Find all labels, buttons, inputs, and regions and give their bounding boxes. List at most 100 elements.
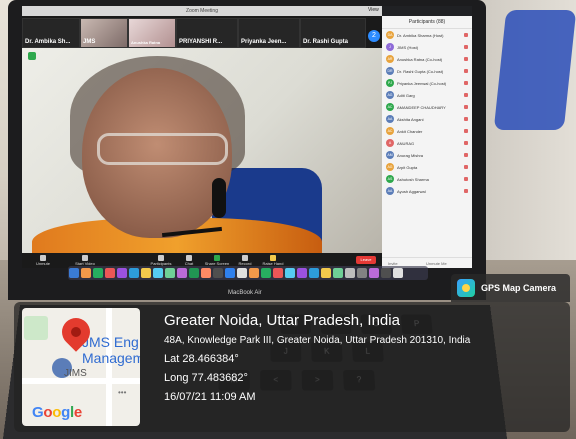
active-speaker-video: [22, 48, 382, 253]
muted-mic-icon: [464, 81, 468, 85]
gps-app-tag: GPS Map Camera: [451, 274, 570, 302]
gallery-next-button[interactable]: 2: [368, 30, 380, 42]
dock-app-icon[interactable]: [333, 268, 343, 278]
participant-row[interactable]: PJ Priyanka Jeenwal (Co-host): [382, 77, 472, 89]
muted-mic-icon: [464, 33, 468, 37]
participant-row[interactable]: J JIMS (Host): [382, 41, 472, 53]
muted-mic-icon: [464, 117, 468, 121]
participant-row[interactable]: AA Akshita Angani: [382, 113, 472, 125]
speaker-glasses: [97, 133, 228, 165]
muted-mic-icon: [464, 165, 468, 169]
chat-button[interactable]: Chat: [176, 255, 202, 266]
participant-name: Aditi Garg: [397, 93, 415, 98]
unmute-button[interactable]: Unmute: [30, 255, 56, 266]
participant-name: Ankit Chander: [397, 129, 422, 134]
gallery-tile[interactable]: Dr. Ambika Sh...: [22, 18, 80, 48]
dock-app-icon[interactable]: [297, 268, 307, 278]
timestamp: 16/07/21 11:09 AM: [164, 391, 470, 403]
participant-row[interactable]: DR Dr. Rashi Gupta (Co-host): [382, 65, 472, 77]
map-label-line: Managem: [82, 350, 140, 366]
dock-app-icon[interactable]: [165, 268, 175, 278]
dock-app-icon[interactable]: [393, 268, 403, 278]
avatar: AS: [386, 175, 394, 183]
dock-app-icon[interactable]: [129, 268, 139, 278]
start-video-button[interactable]: Start Video: [72, 255, 98, 266]
macos-dock: [68, 266, 428, 280]
raise-hand-button[interactable]: Raise Hand: [260, 255, 286, 266]
unmute-me-button[interactable]: Unmute Me: [426, 261, 447, 266]
muted-mic-icon: [464, 129, 468, 133]
leave-button[interactable]: Leave: [356, 256, 376, 264]
participants-button[interactable]: Participants: [148, 255, 174, 266]
participant-row[interactable]: AA Ayush Aggarwal: [382, 185, 472, 197]
dock-app-icon[interactable]: [249, 268, 259, 278]
share-screen-button[interactable]: Share Screen: [204, 255, 230, 266]
participant-row[interactable]: AS Ashutosh Sharma: [382, 173, 472, 185]
avatar: AM: [386, 151, 394, 159]
muted-mic-icon: [464, 153, 468, 157]
dock-app-icon[interactable]: [321, 268, 331, 278]
dock-app-icon[interactable]: [285, 268, 295, 278]
gallery-tile[interactable]: Priyanka Jeen...: [238, 18, 300, 48]
dock-app-icon[interactable]: [309, 268, 319, 278]
muted-mic-icon: [464, 177, 468, 181]
dock-app-icon[interactable]: [381, 268, 391, 278]
dock-app-icon[interactable]: [177, 268, 187, 278]
participant-name: Anushka Ratna (Co-host): [397, 57, 442, 62]
participant-row[interactable]: DA Dr. Ambika Sharma (Host): [382, 29, 472, 41]
gallery-tile[interactable]: PRIYANSHI R...: [176, 18, 238, 48]
dock-app-icon[interactable]: [225, 268, 235, 278]
avatar: J: [386, 43, 394, 51]
blue-chair: [494, 10, 576, 130]
longitude: Long 77.483682°: [164, 372, 470, 384]
record-button[interactable]: Record: [232, 255, 258, 266]
muted-mic-icon: [464, 69, 468, 73]
laptop: Zoom Meeting View Dr. Ambika Sh... JMS A…: [8, 0, 486, 300]
muted-mic-icon: [464, 189, 468, 193]
dock-app-icon[interactable]: [345, 268, 355, 278]
dock-app-icon[interactable]: [105, 268, 115, 278]
participant-row[interactable]: AC AMANDEEP CHAUDHARY: [382, 101, 472, 113]
dock-app-icon[interactable]: [273, 268, 283, 278]
participant-row[interactable]: A ANURAG: [382, 137, 472, 149]
participant-name: Dr. Ambika Sharma (Host): [397, 33, 443, 38]
dock-app-icon[interactable]: [261, 268, 271, 278]
avatar: AC: [386, 127, 394, 135]
dock-app-icon[interactable]: [81, 268, 91, 278]
location-info: Greater Noida, Uttar Pradesh, India 48A,…: [164, 312, 470, 403]
gallery-tile[interactable]: Anushka Ratna: [128, 18, 176, 48]
dock-app-icon[interactable]: [357, 268, 367, 278]
view-button[interactable]: View: [368, 7, 379, 13]
gallery-tile[interactable]: Dr. Rashi Gupta: [300, 18, 366, 48]
photo-scene: Zoom Meeting View Dr. Ambika Sh... JMS A…: [0, 0, 576, 439]
tile-name: Dr. Rashi Gupta: [303, 39, 348, 45]
dock-app-icon[interactable]: [153, 268, 163, 278]
participant-row[interactable]: AC Ankit Chander: [382, 125, 472, 137]
avatar: AR: [386, 55, 394, 63]
dock-app-icon[interactable]: [213, 268, 223, 278]
dock-app-icon[interactable]: [201, 268, 211, 278]
toolbar-label: Unmute: [36, 261, 50, 266]
dock-app-icon[interactable]: [141, 268, 151, 278]
participant-row[interactable]: AR Anushka Ratna (Co-host): [382, 53, 472, 65]
dock-app-icon[interactable]: [189, 268, 199, 278]
dock-app-icon[interactable]: [93, 268, 103, 278]
dock-app-icon[interactable]: [369, 268, 379, 278]
gps-stamp: JMS Eng Managem JIMS ••• Google Greater N…: [14, 302, 570, 432]
muted-mic-icon: [464, 105, 468, 109]
google-logo: Google: [32, 404, 82, 421]
dock-app-icon[interactable]: [237, 268, 247, 278]
dock-app-icon[interactable]: [69, 268, 79, 278]
map-park: [24, 316, 48, 340]
participant-row[interactable]: AM Anurag Mishra: [382, 149, 472, 161]
participant-name: Arpit Gupta: [397, 165, 417, 170]
tile-name: Dr. Ambika Sh...: [25, 39, 70, 45]
participant-row[interactable]: AG Aditi Garg: [382, 89, 472, 101]
participants-title: Participants (88): [382, 16, 472, 29]
gps-camera-icon: [457, 279, 475, 297]
avatar: AA: [386, 115, 394, 123]
map-label-line: JMS Eng: [82, 334, 140, 350]
dock-app-icon[interactable]: [117, 268, 127, 278]
gallery-tile[interactable]: JMS: [80, 18, 128, 48]
participant-row[interactable]: AG Arpit Gupta: [382, 161, 472, 173]
